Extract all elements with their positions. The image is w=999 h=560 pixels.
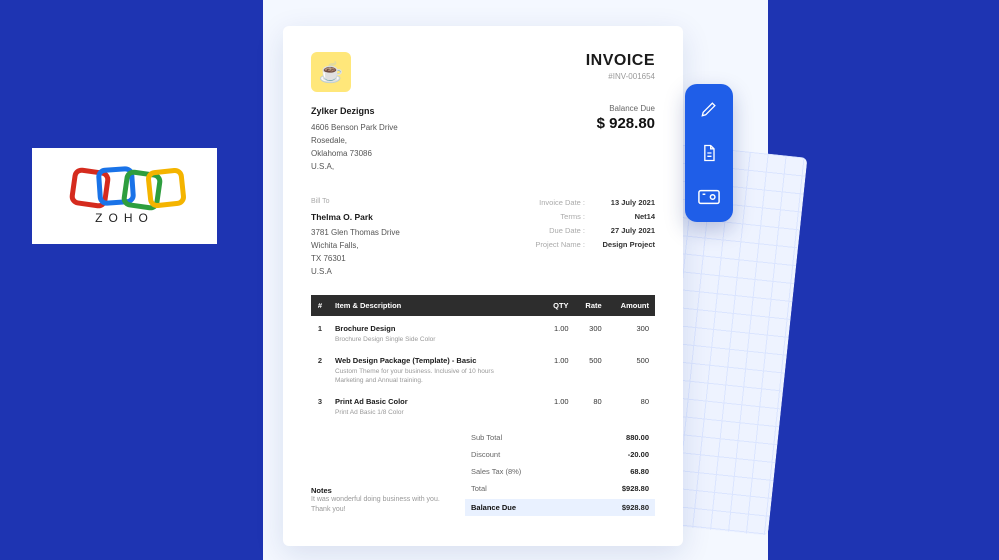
item-desc: Custom Theme for your business. Inclusiv…	[335, 367, 505, 385]
col-index: #	[311, 295, 329, 316]
item-desc: Print Ad Basic 1/8 Color	[335, 408, 505, 417]
bill-to-line: U.S.A	[311, 266, 400, 279]
totals-block: Sub Total880.00 Discount-20.00 Sales Tax…	[465, 429, 655, 516]
total-row: Discount-20.00	[465, 446, 655, 463]
from-company: Zylker Dezigns	[311, 104, 398, 118]
table-row: 3 Print Ad Basic ColorPrint Ad Basic 1/8…	[311, 389, 655, 421]
from-address: Zylker Dezigns 4606 Benson Park Drive Ro…	[311, 104, 398, 174]
item-name: Print Ad Basic Color	[335, 397, 536, 406]
from-line: U.S.A,	[311, 161, 398, 174]
document-button[interactable]	[698, 142, 720, 164]
bill-to-line: 3781 Glen Thomas Drive	[311, 227, 400, 240]
table-row: 2 Web Design Package (Template) - BasicC…	[311, 348, 655, 389]
total-row: Sales Tax (8%)68.80	[465, 463, 655, 480]
total-row: Sub Total880.00	[465, 429, 655, 446]
line-items-table: # Item & Description QTY Rate Amount 1 B…	[311, 295, 655, 421]
balance-due-label: Balance Due	[597, 104, 655, 113]
invoice-number: #INV-001654	[586, 72, 655, 81]
notes-text: It was wonderful doing business with you…	[311, 495, 441, 516]
bill-to-line: Wichita Falls,	[311, 240, 400, 253]
bill-to-name: Thelma O. Park	[311, 211, 400, 225]
item-name: Brochure Design	[335, 324, 536, 333]
bill-to-line: TX 76301	[311, 253, 400, 266]
table-row: 1 Brochure DesignBrochure Design Single …	[311, 316, 655, 348]
zoho-logo-card: ZOHO	[32, 148, 217, 244]
notes-block: Notes It was wonderful doing business wi…	[311, 486, 441, 516]
item-desc: Brochure Design Single Side Color	[335, 335, 505, 344]
from-line: Oklahoma 73086	[311, 148, 398, 161]
payment-icon	[698, 189, 720, 205]
meta-row: Project Name :Design Project	[517, 238, 655, 252]
meta-row: Invoice Date :13 July 2021	[517, 196, 655, 210]
notes-heading: Notes	[311, 486, 441, 495]
meta-row: Terms :Net14	[517, 210, 655, 224]
bill-to-heading: Bill To	[311, 196, 400, 207]
total-row: Total$928.80	[465, 480, 655, 497]
company-logo-icon: ☕	[311, 52, 351, 92]
meta-row: Due Date :27 July 2021	[517, 224, 655, 238]
item-name: Web Design Package (Template) - Basic	[335, 356, 536, 365]
col-desc: Item & Description	[329, 295, 542, 316]
col-amount: Amount	[608, 295, 655, 316]
bill-to-block: Bill To Thelma O. Park 3781 Glen Thomas …	[311, 196, 400, 279]
invoice-toolbar	[685, 84, 733, 222]
payment-button[interactable]	[698, 186, 720, 208]
zoho-wordmark: ZOHO	[71, 211, 179, 225]
invoice-title: INVOICE	[586, 52, 655, 70]
edit-button[interactable]	[698, 98, 720, 120]
from-line: Rosedale,	[311, 135, 398, 148]
document-icon	[699, 143, 719, 163]
col-qty: QTY	[542, 295, 574, 316]
col-rate: Rate	[575, 295, 608, 316]
invoice-document: ☕ INVOICE #INV-001654 Zylker Dezigns 460…	[283, 26, 683, 546]
total-row-due: Balance Due$928.80	[465, 499, 655, 516]
pencil-icon	[699, 99, 719, 119]
zoho-rings-icon	[71, 167, 179, 209]
invoice-meta: Invoice Date :13 July 2021 Terms :Net14 …	[517, 196, 655, 279]
from-line: 4606 Benson Park Drive	[311, 122, 398, 135]
balance-due-amount: $ 928.80	[597, 115, 655, 132]
